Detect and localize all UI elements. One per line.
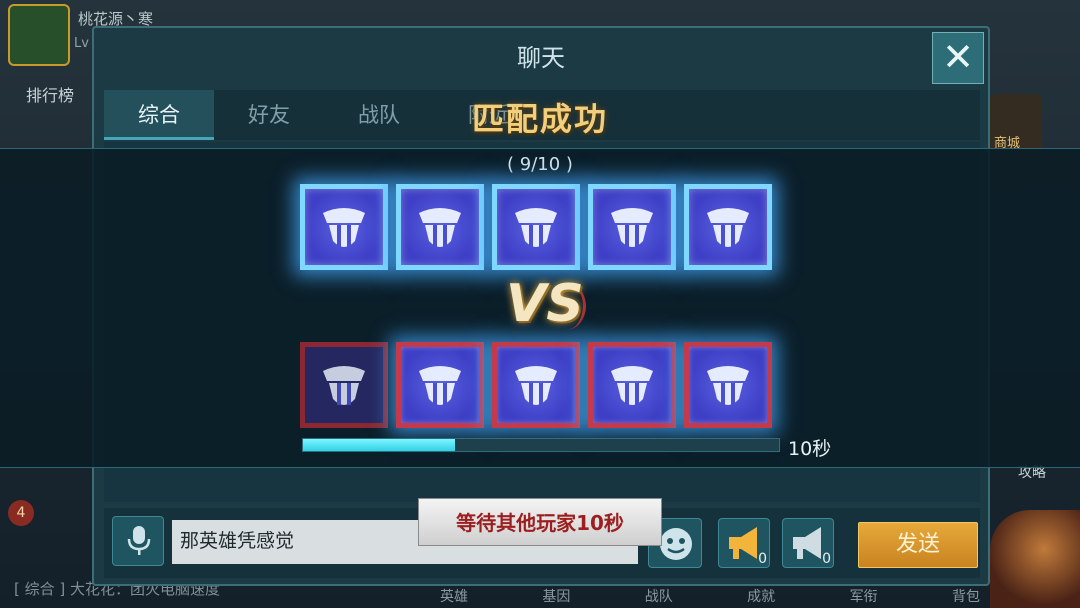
silver-horn-button[interactable]: 0 (782, 518, 834, 568)
nav-team[interactable]: 战队 (645, 586, 673, 608)
player-slot (492, 342, 580, 428)
player-slot (588, 342, 676, 428)
player-emblem-icon (707, 366, 749, 405)
hero-portrait (990, 510, 1080, 608)
player-emblem-icon (707, 208, 749, 247)
nav-bag[interactable]: 背包 (952, 586, 980, 608)
player-emblem-icon (611, 208, 653, 247)
tab-friends[interactable]: 好友 (214, 90, 324, 140)
close-button[interactable]: ✕ (932, 32, 984, 84)
player-slot (396, 184, 484, 270)
player-emblem-icon (515, 366, 557, 405)
player-slot (684, 342, 772, 428)
player-slot (588, 184, 676, 270)
match-progress-bar (302, 438, 780, 452)
bottom-nav: 英雄 基因 战队 成就 军衔 背包 (440, 586, 980, 608)
player-slot (300, 342, 388, 428)
send-button[interactable]: 发送 (858, 522, 978, 568)
match-title: 匹配成功 (471, 100, 608, 138)
notification-badge: 4 (8, 500, 34, 526)
player-slot (684, 184, 772, 270)
nav-gene[interactable]: 基因 (542, 586, 570, 608)
vs-label: VS (506, 274, 584, 334)
leaderboard-button[interactable]: 排行榜 (26, 82, 74, 106)
player-avatar[interactable] (8, 4, 70, 66)
player-emblem-icon (515, 208, 557, 247)
player-emblem-icon (323, 208, 365, 247)
match-count: ( 9/10 ) (507, 154, 573, 175)
player-emblem-icon (323, 366, 365, 405)
chat-title: 聊天 (517, 44, 565, 72)
match-progress-fill (303, 439, 456, 451)
silver-horn-count: 0 (822, 551, 831, 567)
match-timer: 10秒 (788, 438, 832, 460)
microphone-icon (127, 526, 151, 555)
player-level: Lv (74, 36, 89, 51)
tab-team[interactable]: 战队 (324, 90, 434, 140)
player-emblem-icon (611, 366, 653, 405)
nav-rank[interactable]: 军衔 (850, 586, 878, 608)
tab-general[interactable]: 综合 (104, 90, 214, 140)
nav-hero[interactable]: 英雄 (440, 586, 468, 608)
gold-horn-button[interactable]: 0 (718, 518, 770, 568)
player-slot (300, 184, 388, 270)
player-slot (492, 184, 580, 270)
wait-toast: 等待其他玩家10秒 (418, 498, 662, 546)
gold-horn-count: 0 (758, 551, 767, 567)
nav-achievement[interactable]: 成就 (747, 586, 775, 608)
player-emblem-icon (419, 208, 461, 247)
player-slot (396, 342, 484, 428)
microphone-button[interactable] (112, 516, 164, 566)
player-emblem-icon (419, 366, 461, 405)
